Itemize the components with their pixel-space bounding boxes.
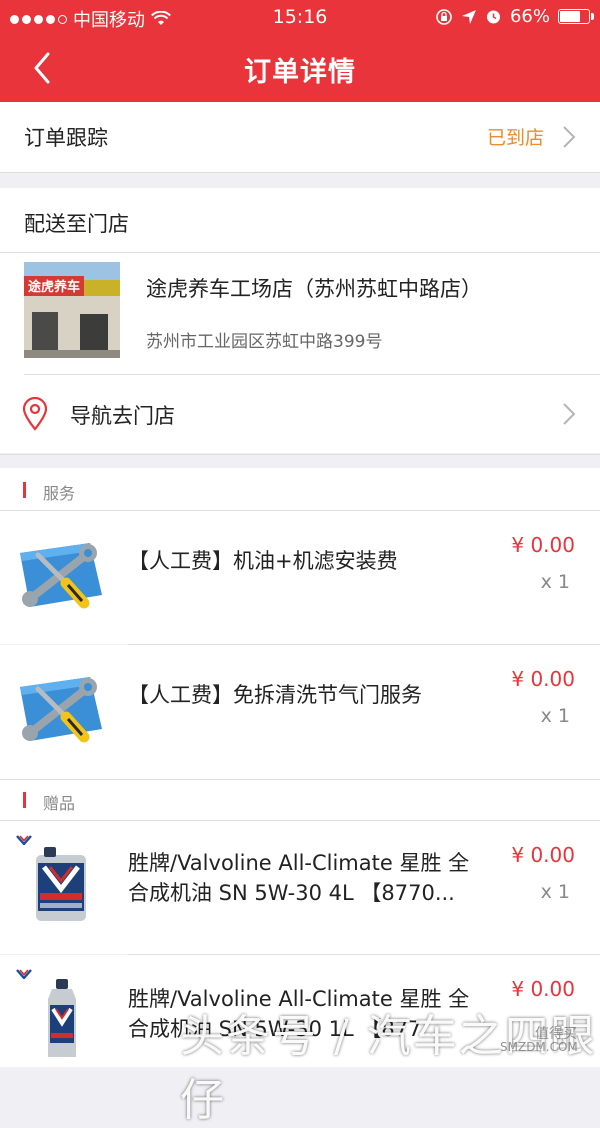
location-pin-icon xyxy=(22,397,48,431)
valvoline-logo-icon xyxy=(16,835,32,845)
navigate-to-store-row[interactable]: 导航去门店 xyxy=(0,375,600,453)
gift-qty: x 1 xyxy=(540,881,570,903)
battery-icon xyxy=(558,9,594,24)
tools-icon xyxy=(20,543,102,609)
watermark-site: SMZDM.COM xyxy=(500,1040,578,1054)
service-item[interactable]: 【人工费】免拆清洗节气门服务 ¥ 0.00 x 1 xyxy=(0,645,600,779)
oil-bottle-1l-image xyxy=(48,979,76,1057)
order-status: 已到店 xyxy=(486,127,544,149)
service-qty: x 1 xyxy=(540,705,570,727)
location-arrow-icon xyxy=(461,9,476,24)
page-title: 订单详情 xyxy=(244,57,356,88)
delivery-label: 配送至门店 xyxy=(24,212,129,236)
section-marker xyxy=(23,792,26,808)
order-tracking-label: 订单跟踪 xyxy=(24,126,108,150)
battery-percent: 66% xyxy=(509,6,550,27)
delivery-section: 配送至门店 途虎养车 途虎养车工场店（苏州苏虹中路店） 苏州市工业园区苏虹中路3… xyxy=(0,188,600,453)
store-sign-text: 途虎养车 xyxy=(28,279,80,295)
alarm-icon xyxy=(486,10,500,24)
rotation-lock-icon xyxy=(436,8,452,25)
navigation-bar: 订单详情 xyxy=(0,34,600,102)
gifts-header-label: 赠品 xyxy=(43,794,76,813)
navigate-label: 导航去门店 xyxy=(70,404,175,428)
service-qty: x 1 xyxy=(540,571,570,593)
services-header: 服务 xyxy=(0,468,600,511)
oil-bottle-4l-image xyxy=(36,847,86,921)
store-card[interactable]: 途虎养车 途虎养车工场店（苏州苏虹中路店） 苏州市工业园区苏虹中路399号 xyxy=(0,253,600,374)
service-name: 【人工费】免拆清洗节气门服务 xyxy=(128,683,422,707)
gift-name-line1: 胜牌/Valvoline All-Climate 星胜 全 xyxy=(128,851,470,875)
service-price: ¥ 0.00 xyxy=(511,667,575,691)
store-address: 苏州市工业园区苏虹中路399号 xyxy=(146,332,383,352)
gift-item[interactable]: 胜牌/Valvoline All-Climate 星胜 全 合成机油 SN 5W… xyxy=(0,821,600,954)
tools-icon xyxy=(20,677,102,743)
section-marker xyxy=(23,482,26,498)
chevron-right-icon xyxy=(563,126,576,148)
order-tracking-row[interactable]: 订单跟踪 已到店 xyxy=(0,102,600,172)
store-photo: 途虎养车 xyxy=(24,262,120,358)
valvoline-logo-icon xyxy=(16,969,32,979)
watermark-text: 头条号 / 汽车之四眼仔 xyxy=(180,1011,597,1126)
service-item[interactable]: 【人工费】机油+机滤安装费 ¥ 0.00 x 1 xyxy=(0,511,600,644)
status-right: 66% xyxy=(435,6,594,27)
section-gap xyxy=(0,172,600,189)
gifts-header: 赠品 xyxy=(0,780,600,820)
gift-price: ¥ 0.00 xyxy=(511,977,575,1001)
services-header-label: 服务 xyxy=(43,484,76,503)
chevron-right-icon xyxy=(563,403,576,425)
gift-price: ¥ 0.00 xyxy=(511,843,575,867)
store-name: 途虎养车工场店（苏州苏虹中路店） xyxy=(146,277,482,301)
service-name: 【人工费】机油+机滤安装费 xyxy=(128,549,398,573)
service-price: ¥ 0.00 xyxy=(511,533,575,557)
gift-name-line2: 合成机油 SN 5W-30 4L 【8770... xyxy=(128,881,455,905)
status-bar: 中国移动 15:16 66% xyxy=(0,0,600,34)
